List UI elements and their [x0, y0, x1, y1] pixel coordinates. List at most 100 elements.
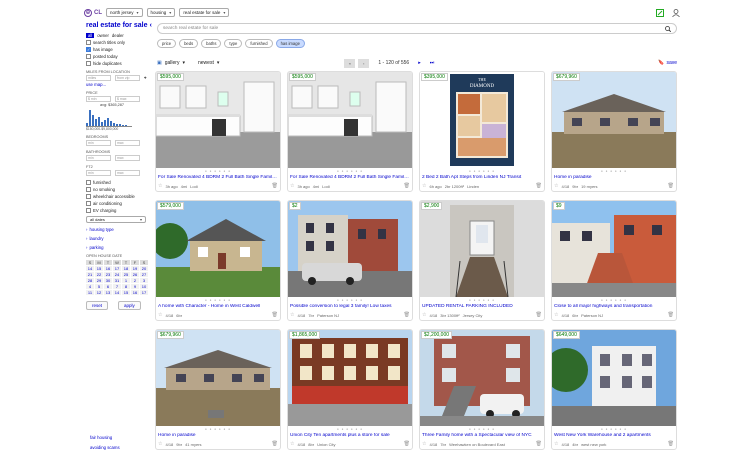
star-icon[interactable]: ☆ [554, 312, 558, 318]
listing-card[interactable]: $2,200,000 ● ● ● ● ● ● Three Family home w… [419, 329, 545, 450]
bedrooms-max-input[interactable]: max [115, 140, 140, 146]
calendar-day[interactable]: 5 [95, 284, 103, 289]
star-icon[interactable]: ☆ [158, 183, 162, 189]
calendar-day[interactable]: 30 [104, 278, 112, 283]
reset-button[interactable]: reset [86, 301, 109, 310]
listing-card[interactable]: $649,000 ● ● ● ● ● ● West New York Warehou… [551, 329, 677, 450]
star-icon[interactable]: ☆ [422, 183, 426, 189]
calendar-day[interactable]: 6 [104, 284, 112, 289]
image-carousel-dots[interactable]: ● ● ● ● ● ● [156, 298, 280, 302]
trash-icon[interactable]: 🗑 [272, 183, 278, 189]
image-carousel-dots[interactable]: ● ● ● ● ● ● [552, 169, 676, 173]
trash-icon[interactable]: 🗑 [536, 441, 542, 447]
calendar-day[interactable]: 25 [122, 272, 130, 277]
image-carousel-dots[interactable]: ● ● ● ● ● ● [420, 298, 544, 302]
calendar-day[interactable]: 7 [113, 284, 121, 289]
listing-card[interactable]: $9 ● ● ● ● ● ● Close to all major highways… [551, 200, 677, 321]
calendar-day[interactable]: 24 [113, 272, 121, 277]
listing-image[interactable] [156, 330, 280, 426]
image-carousel-dots[interactable]: ● ● ● ● ● ● [420, 169, 544, 173]
ft2-max-input[interactable]: max [115, 170, 140, 176]
listing-title[interactable]: For Sale Renovated 4 BDRM 2 Full Bath Si… [290, 175, 410, 180]
tab-owner[interactable]: owner [97, 33, 109, 38]
trash-icon[interactable]: 🗑 [668, 312, 674, 318]
chip-furnished[interactable]: furnished [245, 39, 273, 48]
disclosure-housing-type[interactable]: › housing type [86, 227, 152, 232]
listing-title[interactable]: Close to all major highways and transpor… [554, 304, 674, 309]
calendar-day[interactable]: 3 [140, 278, 148, 283]
listing-card[interactable]: $679,960 ● ● ● ● ● ● Home in paradise ☆ 4/18… [551, 71, 677, 192]
star-icon[interactable]: ☆ [290, 312, 294, 318]
sort-select[interactable]: newest ▾ [198, 60, 219, 66]
category-title[interactable]: real estate for sale [86, 22, 147, 29]
listing-title[interactable]: Three Family home with a Spectacular vie… [422, 433, 542, 438]
listing-image[interactable] [552, 201, 676, 297]
listing-image[interactable] [420, 201, 544, 297]
trash-icon[interactable]: 🗑 [668, 441, 674, 447]
check-air-conditioning[interactable]: air conditioning [86, 201, 152, 206]
check-wheelchair[interactable]: wheelchair accessible [86, 194, 152, 199]
dates-select[interactable]: all dates ▾ [86, 216, 146, 223]
listing-image[interactable] [552, 330, 676, 426]
listing-image[interactable] [552, 72, 676, 168]
check-furnished[interactable]: furnished [86, 180, 152, 185]
disclosure-laundry[interactable]: › laundry [86, 236, 152, 241]
calendar-day[interactable]: 19 [131, 266, 139, 271]
calendar-day[interactable]: 14 [113, 290, 121, 295]
region-select[interactable]: north jersey ▾ [106, 8, 143, 17]
calendar-day[interactable]: 8 [122, 284, 130, 289]
listing-image[interactable] [288, 330, 412, 426]
calendar-day[interactable]: 14 [86, 266, 94, 271]
calendar-day[interactable]: 23 [104, 272, 112, 277]
star-icon[interactable]: ☆ [158, 312, 162, 318]
calendar-day[interactable]: 10 [140, 284, 148, 289]
image-carousel-dots[interactable]: ● ● ● ● ● ● [552, 298, 676, 302]
image-carousel-dots[interactable]: ● ● ● ● ● ● [156, 427, 280, 431]
bathrooms-min-input[interactable]: min [86, 155, 111, 161]
listing-image[interactable] [420, 330, 544, 426]
trash-icon[interactable]: 🗑 [404, 312, 410, 318]
bathrooms-max-input[interactable]: max [115, 155, 140, 161]
chip-has-image[interactable]: has image [275, 39, 305, 48]
star-icon[interactable]: ☆ [422, 312, 426, 318]
avoiding-scams-link[interactable]: avoiding scams [90, 443, 120, 453]
apply-button[interactable]: apply [118, 301, 141, 310]
calendar-day[interactable]: 26 [131, 272, 139, 277]
next-page-icon[interactable]: ▸ [418, 60, 421, 66]
calendar-day[interactable]: 4 [86, 284, 94, 289]
image-carousel-dots[interactable]: ● ● ● ● ● ● [288, 169, 412, 173]
account-icon[interactable] [672, 8, 680, 17]
star-icon[interactable]: ☆ [290, 441, 294, 447]
check-search-titles[interactable]: search titles only [86, 40, 152, 45]
last-page-icon[interactable]: ⏭ [430, 60, 435, 66]
view-select[interactable]: ▣ gallery ▾ [157, 60, 185, 66]
listing-title[interactable]: A home with Character - Home in West Cal… [158, 304, 278, 309]
chip-price[interactable]: price [157, 39, 177, 48]
fair-housing-link[interactable]: fair housing [90, 433, 120, 443]
image-carousel-dots[interactable]: ● ● ● ● ● ● [288, 298, 412, 302]
calendar-day[interactable]: 13 [104, 290, 112, 295]
search-icon[interactable] [665, 25, 671, 32]
listing-card[interactable]: $1,865,000 ● ● ● ● ● ● Union City Ten apar… [287, 329, 413, 450]
trash-icon[interactable]: 🗑 [272, 441, 278, 447]
check-no-smoking[interactable]: no smoking [86, 187, 152, 192]
calendar-day[interactable]: 12 [95, 290, 103, 295]
calendar-day[interactable]: 2 [131, 278, 139, 283]
calendar-day[interactable]: 16 [104, 266, 112, 271]
chip-type[interactable]: type [224, 39, 243, 48]
image-carousel-dots[interactable]: ● ● ● ● ● ● [156, 169, 280, 173]
listing-title[interactable]: UPDATED RENTAL PARKING INCLUDED [422, 304, 542, 309]
star-icon[interactable]: ☆ [422, 441, 426, 447]
image-carousel-dots[interactable]: ● ● ● ● ● ● [288, 427, 412, 431]
calendar-day[interactable]: 15 [122, 290, 130, 295]
calendar-day[interactable]: 20 [140, 266, 148, 271]
calendar-day[interactable]: 17 [113, 266, 121, 271]
calendar-day[interactable]: 22 [95, 272, 103, 277]
listing-image[interactable] [156, 72, 280, 168]
calendar-day[interactable]: 1 [122, 278, 130, 283]
trash-icon[interactable]: 🗑 [404, 183, 410, 189]
check-has-image[interactable]: ✓ has image [86, 47, 152, 52]
check-hide-duplicates[interactable]: hide duplicates [86, 61, 152, 66]
listing-card[interactable]: $2,900 ● ● ● ● ● ● UPDATED RENTAL PARKING … [419, 200, 545, 321]
star-icon[interactable]: ☆ [554, 441, 558, 447]
